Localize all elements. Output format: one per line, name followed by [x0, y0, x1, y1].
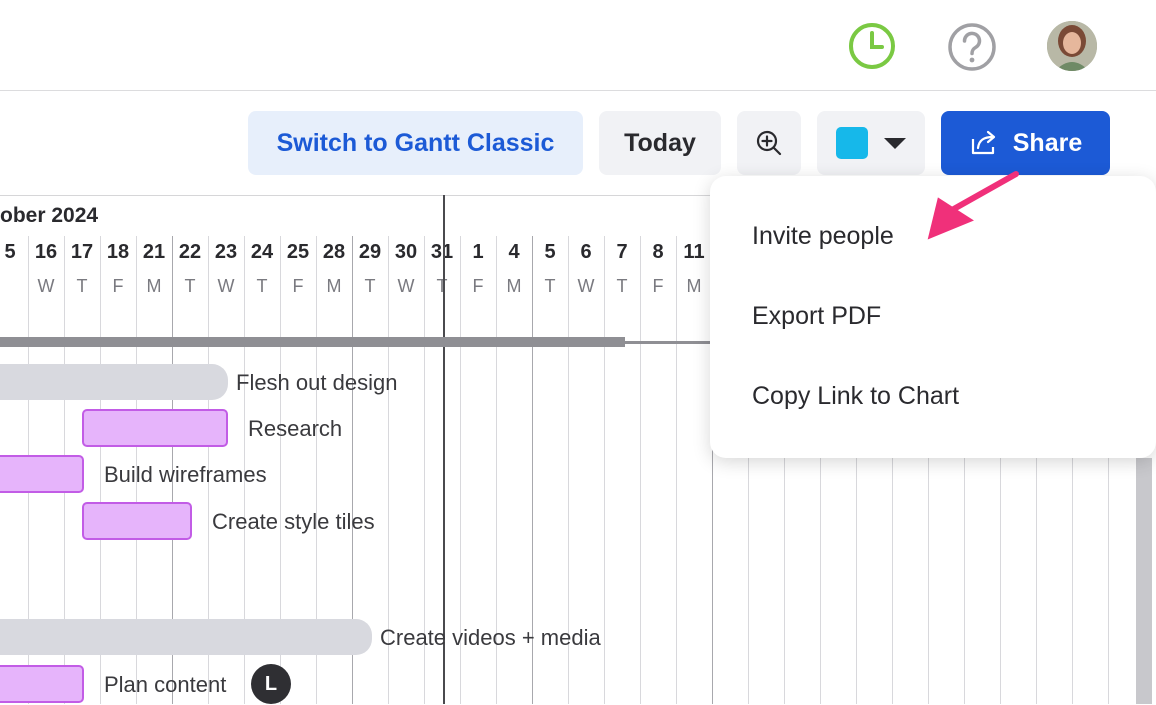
- day-number: 7: [616, 241, 628, 263]
- day-letter: T: [616, 276, 628, 296]
- day-letter: T: [184, 276, 196, 296]
- task-label: Plan content: [104, 672, 227, 697]
- day-column-line: [604, 236, 605, 704]
- day-letter: F: [472, 276, 484, 296]
- day-number: 24: [250, 241, 274, 263]
- day-number: 17: [70, 241, 94, 263]
- menu-item-copy-link[interactable]: Copy Link to Chart: [752, 382, 959, 411]
- task-label: Research: [248, 416, 343, 441]
- day-number: 1: [472, 241, 484, 263]
- day-letter: M: [506, 276, 522, 296]
- day-letter: W: [397, 276, 415, 296]
- task-label: Flesh out design: [236, 370, 398, 395]
- task-bar-build-wireframes[interactable]: [0, 455, 84, 493]
- task-bar-research[interactable]: [82, 409, 228, 447]
- day-number: 31: [430, 241, 454, 263]
- assignee-avatar[interactable]: L: [251, 664, 291, 704]
- day-number: 8: [652, 241, 664, 263]
- task-label: Create style tiles: [212, 509, 375, 534]
- avatar[interactable]: [1047, 21, 1097, 71]
- day-number: 21: [142, 241, 166, 263]
- day-column-line: [640, 236, 641, 704]
- color-swatch: [836, 127, 868, 159]
- task-label: Create videos + media: [380, 625, 601, 650]
- menu-item-invite-people[interactable]: Invite people: [752, 222, 894, 251]
- menu-item-export-pdf[interactable]: Export PDF: [752, 302, 881, 331]
- share-label: Share: [1012, 128, 1083, 157]
- share-icon: [971, 130, 995, 155]
- day-letter: W: [37, 276, 55, 296]
- day-number: 6: [580, 241, 592, 263]
- day-number: 5: [544, 241, 556, 263]
- today-button[interactable]: Today: [599, 111, 721, 175]
- day-number: 29: [358, 241, 382, 263]
- day-letter: T: [544, 276, 556, 296]
- day-number: 16: [34, 241, 58, 263]
- day-number: 18: [106, 241, 130, 263]
- day-letter: T: [256, 276, 268, 296]
- today-label: Today: [624, 128, 696, 157]
- day-letter: M: [326, 276, 342, 296]
- zoom-button[interactable]: [737, 111, 801, 175]
- day-letter: T: [364, 276, 376, 296]
- day-number: 11: [683, 241, 705, 263]
- help-icon[interactable]: [947, 22, 997, 72]
- day-number: 30: [394, 241, 418, 263]
- pointer-arrow-icon: [927, 171, 1019, 240]
- day-number: 5: [4, 241, 16, 263]
- color-picker-button[interactable]: [817, 111, 925, 175]
- project-summary-bar-remaining: [625, 341, 715, 344]
- task-bar-plan-content[interactable]: [0, 665, 84, 703]
- day-letter: F: [292, 276, 304, 296]
- switch-to-gantt-classic-label: Switch to Gantt Classic: [276, 128, 555, 157]
- day-letter: F: [652, 276, 664, 296]
- day-letter: W: [577, 276, 595, 296]
- day-number: 23: [214, 241, 238, 263]
- task-label: Build wireframes: [104, 462, 267, 487]
- summary-bar-create-videos-media[interactable]: [0, 619, 372, 655]
- chevron-down-icon: [884, 137, 906, 149]
- task-bar-create-style-tiles[interactable]: [82, 502, 192, 540]
- day-letter: F: [112, 276, 124, 296]
- share-button[interactable]: Share: [941, 111, 1110, 175]
- day-column-line: [676, 236, 677, 704]
- switch-to-gantt-classic-button[interactable]: Switch to Gantt Classic: [248, 111, 583, 175]
- day-number: 4: [508, 241, 520, 263]
- scrollbar[interactable]: [1136, 458, 1152, 704]
- day-number: 28: [322, 241, 346, 263]
- day-number: 22: [178, 241, 202, 263]
- month-label: ober 2024: [0, 204, 99, 227]
- day-letter: W: [217, 276, 235, 296]
- clock-icon[interactable]: [848, 22, 896, 70]
- day-letter: M: [146, 276, 162, 296]
- day-letter: M: [686, 276, 702, 296]
- day-letter: T: [76, 276, 88, 296]
- day-letter: T: [436, 276, 448, 296]
- summary-bar-flesh-out-design[interactable]: [0, 364, 228, 400]
- zoom-in-icon: [756, 130, 782, 156]
- day-number: 25: [286, 241, 310, 263]
- project-summary-bar: [0, 337, 625, 347]
